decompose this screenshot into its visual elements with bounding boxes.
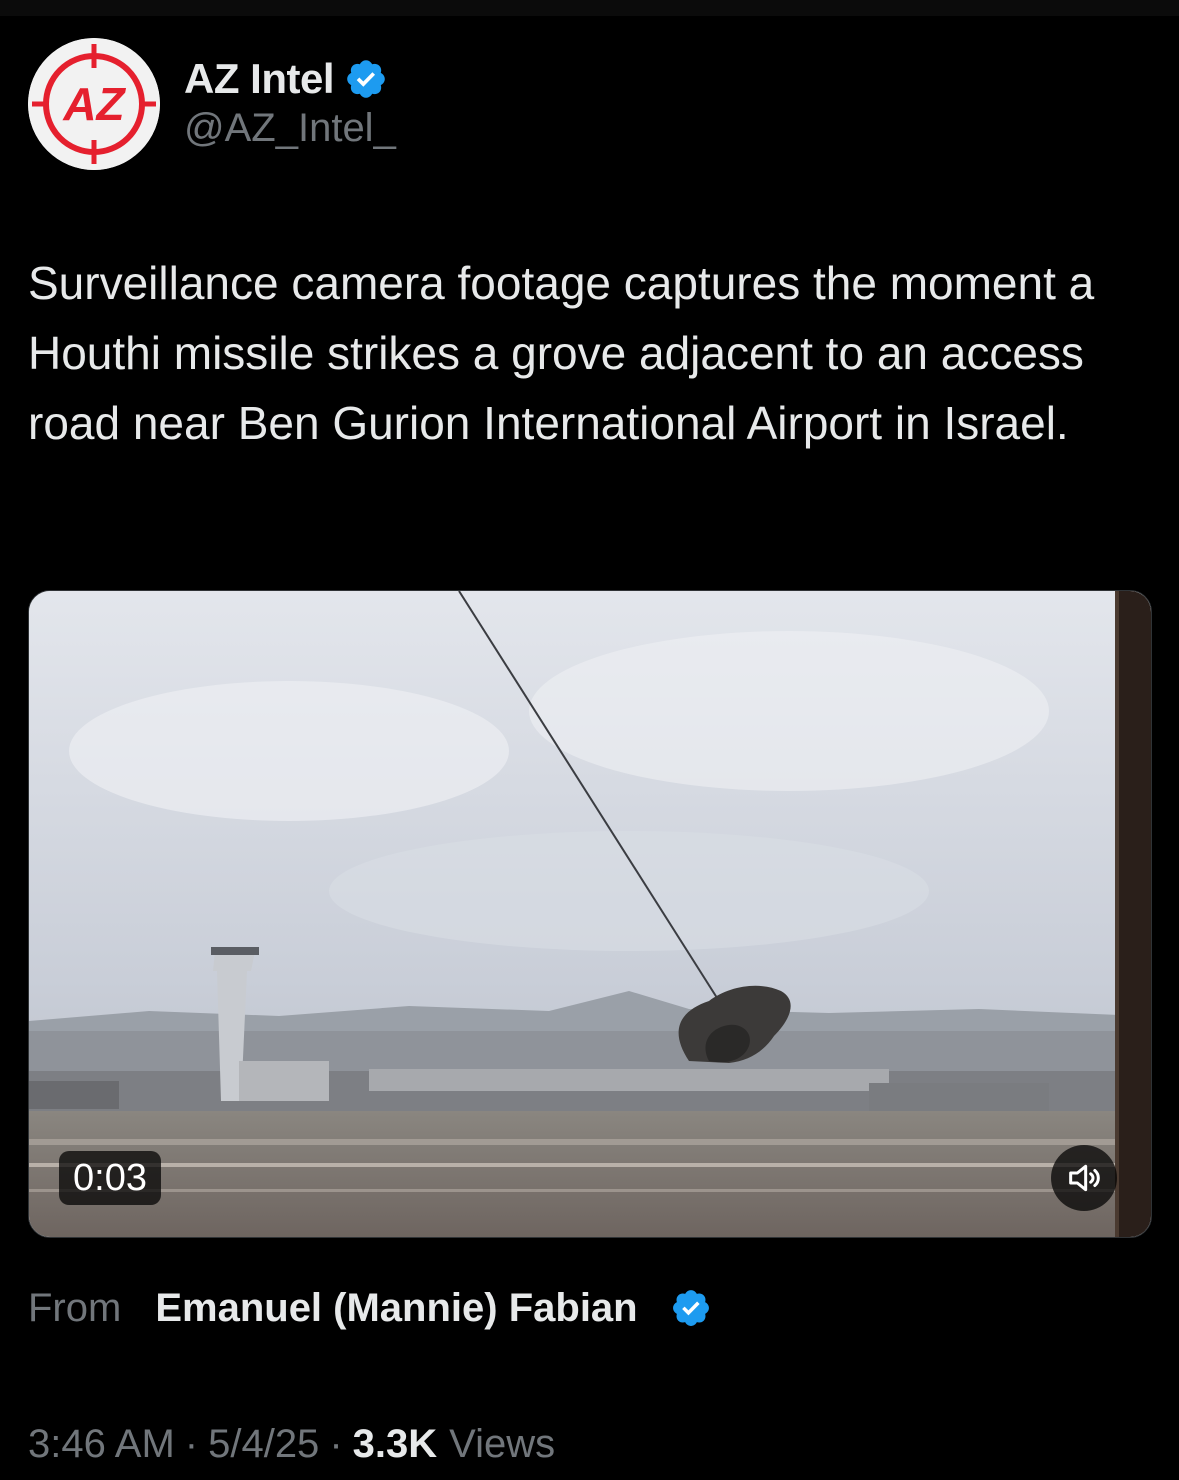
volume-icon [1069, 1164, 1100, 1192]
meta-separator: · [184, 1421, 199, 1466]
views-label: Views [449, 1421, 556, 1466]
author-name-row[interactable]: AZ Intel [184, 52, 388, 106]
author-handle[interactable]: @AZ_Intel_ [184, 106, 396, 151]
verified-badge-icon [344, 57, 388, 101]
meta-separator: · [329, 1421, 343, 1466]
status-strip [0, 0, 1179, 16]
tweet-meta: 3:46 AM · 5/4/25 · 3.3K Views [28, 1416, 555, 1472]
verified-badge-icon [670, 1287, 712, 1329]
views-count[interactable]: 3.3K [353, 1422, 438, 1467]
author-name[interactable]: AZ Intel [184, 55, 335, 103]
from-label: From [28, 1285, 122, 1330]
video-thumbnail [29, 591, 1151, 1237]
volume-button[interactable] [1051, 1145, 1117, 1211]
video-source-row: From Emanuel (Mannie) Fabian [28, 1280, 712, 1336]
source-author-name[interactable]: Emanuel (Mannie) Fabian [155, 1286, 637, 1331]
avatar-logo-text: AZ [62, 78, 126, 130]
tweet-text: Surveillance camera footage captures the… [28, 257, 1095, 449]
video-player[interactable]: 0:03 [28, 590, 1152, 1238]
tweet-time[interactable]: 3:46 AM [28, 1422, 175, 1467]
avatar[interactable]: AZ [28, 38, 160, 170]
az-logo-icon: AZ [28, 38, 160, 170]
tweet-date[interactable]: 5/4/25 [208, 1422, 319, 1467]
video-duration-badge: 0:03 [59, 1151, 161, 1205]
